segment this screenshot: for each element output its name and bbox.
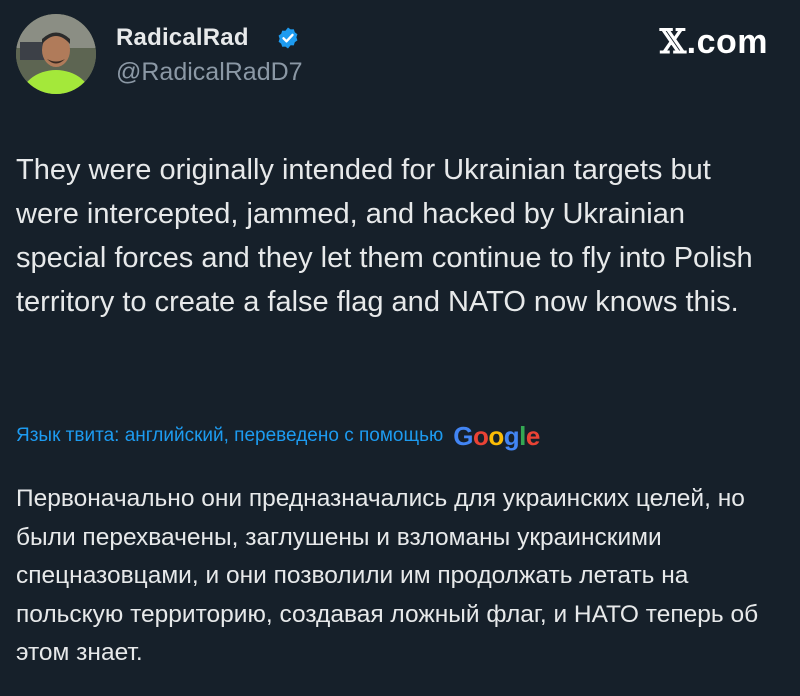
translation-label[interactable]: Язык твита: английский, переведено с пом…	[16, 425, 443, 447]
tweet-header: RadicalRad @RadicalRadD7 𝕏.com	[0, 0, 800, 110]
user-handle[interactable]: @RadicalRadD7	[116, 58, 303, 87]
translation-attribution: Язык твита: английский, переведено с пом…	[16, 420, 776, 452]
x-mark-icon: 𝕏	[659, 22, 687, 62]
brand-suffix: .com	[686, 23, 768, 61]
avatar[interactable]	[16, 14, 96, 94]
x-logo: 𝕏.com	[660, 22, 768, 62]
verified-badge-icon	[278, 27, 298, 49]
tweet-text: They were originally intended for Ukrain…	[16, 154, 753, 318]
display-name[interactable]: RadicalRad	[116, 24, 249, 52]
google-logo-icon: Google	[453, 420, 540, 451]
translated-tweet-text: Первоначально они предназначались для ук…	[16, 485, 759, 666]
